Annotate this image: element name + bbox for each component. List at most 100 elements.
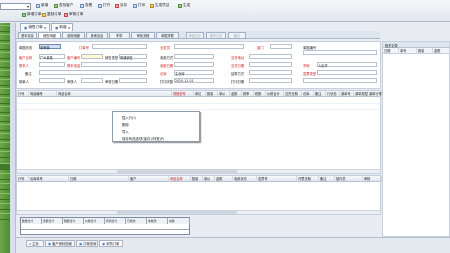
tab-relation[interactable]: 单据关联: [156, 32, 179, 39]
tab-opinion[interactable]: 审批意见: [186, 32, 204, 39]
col-unit[interactable]: 单位: [194, 91, 206, 97]
bottom-tab-purchase[interactable]: ▣ 采购订单: [99, 240, 123, 247]
tab-sales-detail[interactable]: 销售明细: [38, 32, 61, 39]
col-total[interactable]: 价税合计: [266, 91, 284, 97]
rp-col-qty[interactable]: 数量: [417, 48, 433, 54]
grid-hscrollbar[interactable]: [17, 169, 380, 173]
tab-fee-detail[interactable]: 费用明细: [62, 32, 85, 39]
tab-approval[interactable]: 审批流程: [131, 32, 155, 39]
col-price[interactable]: 单价: [218, 91, 230, 97]
nav-item-4[interactable]: [0, 52, 10, 59]
nav-item-9[interactable]: [0, 97, 10, 104]
bottom-tab-customer[interactable]: ▣ 客户资料档案: [45, 240, 75, 247]
rp-col-no[interactable]: 单号: [399, 48, 417, 54]
invoice-type-field[interactable]: [317, 70, 377, 75]
nav-item-21[interactable]: [0, 213, 10, 220]
nav-item-10[interactable]: [0, 106, 10, 113]
pay-mode-field[interactable]: [174, 54, 214, 59]
col-line[interactable]: 行号: [17, 91, 29, 97]
g2-col-item[interactable]: 商品名称: [169, 176, 191, 182]
col-remark[interactable]: 备注: [314, 91, 326, 97]
g2-col-remark[interactable]: 备注: [319, 176, 335, 182]
menu-import[interactable]: 导入: [122, 129, 129, 134]
grid2-hscrollbar[interactable]: [17, 210, 380, 214]
nav-item-8[interactable]: [0, 88, 10, 95]
nav-item-12[interactable]: [0, 124, 10, 131]
col-source-type[interactable]: 源单类型: [354, 91, 368, 97]
scroll-thumb[interactable]: [117, 211, 237, 214]
pay-date-field[interactable]: [174, 62, 214, 67]
extra-field[interactable]: [303, 78, 377, 83]
scroll-thumb[interactable]: [117, 170, 237, 173]
tb-audit-order-button[interactable]: 审核订单: [64, 12, 83, 17]
g2-col-customer[interactable]: 客户: [129, 176, 169, 182]
nav-item-7[interactable]: [0, 79, 10, 86]
col-tax[interactable]: 税额: [254, 91, 266, 97]
doc-no-field[interactable]: [303, 50, 377, 55]
related-docs-grid[interactable]: 行号 出库单号 日期 客户 商品名称 数量 单价 金额 收款状态 发票号 开票日…: [16, 175, 382, 215]
menu-insert-row[interactable]: 插入行(I): [122, 115, 136, 120]
tab-other[interactable]: 其他信息: [86, 32, 108, 39]
g2-col-invoice-date[interactable]: 开票日期: [297, 176, 319, 182]
g2-col-invoice[interactable]: 发票号: [257, 176, 297, 182]
tab-log[interactable]: 操作日志: [206, 32, 226, 39]
g2-col-line[interactable]: 行号: [17, 176, 29, 182]
nav-item-15[interactable]: [0, 151, 10, 158]
doc-tab-new[interactable]: ▣ 新增 ×: [51, 23, 73, 31]
nav-item-11[interactable]: [0, 115, 10, 122]
tb-copy-order-button[interactable]: 复制订单: [42, 12, 61, 17]
bottom-tab-order-query[interactable]: ▣ 订单查询: [76, 240, 98, 247]
tb-print-button[interactable]: 打印: [133, 3, 145, 8]
tb-view-button[interactable]: 查看: [80, 3, 92, 8]
nav-item-20[interactable]: [0, 203, 10, 210]
g2-col-qty[interactable]: 数量: [191, 176, 203, 182]
tab-attach[interactable]: 附件: [109, 32, 130, 39]
company-combo[interactable]: ▾: [0, 3, 31, 10]
col-source-line[interactable]: 源单行号: [368, 91, 382, 97]
rp-col-date[interactable]: 日期: [383, 48, 399, 54]
g2-col-date[interactable]: 日期: [69, 176, 129, 182]
tb-new-order-button[interactable]: 新增订单: [22, 12, 41, 17]
phone-field[interactable]: [81, 62, 147, 67]
nav-item-6[interactable]: [0, 70, 10, 77]
nav-item-3[interactable]: [0, 43, 10, 50]
menu-save-layout[interactable]: 保存商品选项(保存)/列宽(P): [122, 136, 164, 141]
nav-item-14[interactable]: [0, 142, 10, 149]
col-source-no[interactable]: 源单号: [340, 91, 354, 97]
salesman-field[interactable]: [174, 44, 244, 49]
customer-no-field[interactable]: [81, 54, 103, 59]
col-amount[interactable]: 金额: [230, 91, 242, 97]
col-item-no[interactable]: 商品编号: [29, 91, 57, 97]
nav-item-18[interactable]: [0, 183, 10, 190]
col-tax-rate[interactable]: 税率: [242, 91, 254, 97]
g2-col-operator[interactable]: 操作员: [335, 176, 363, 182]
remark-field[interactable]: [39, 70, 147, 75]
g2-col-pay-status[interactable]: 收款状态: [233, 176, 257, 182]
tb-find-customer-button[interactable]: 查找客户: [54, 3, 73, 8]
rp-col-amount[interactable]: 金额: [433, 48, 450, 54]
tb-generate-button[interactable]: 生成: [178, 3, 190, 8]
col-warehouse[interactable]: 仓库: [302, 91, 314, 97]
g2-col-amount[interactable]: 金额: [215, 176, 233, 182]
delivery-address-field[interactable]: [249, 54, 292, 59]
dept-field[interactable]: [270, 44, 292, 49]
tab-basic[interactable]: 基本信息: [18, 32, 37, 39]
nav-item-1[interactable]: [0, 25, 10, 32]
close-icon[interactable]: ×: [68, 26, 71, 30]
g2-col-out-no[interactable]: 出库单号: [29, 176, 69, 182]
order-no-field[interactable]: [92, 44, 147, 49]
g2-col-audit[interactable]: 审核: [363, 176, 382, 182]
col-item-name[interactable]: 商品名称: [57, 91, 172, 97]
nav-item-17[interactable]: [0, 173, 10, 180]
doc-tab-sales-order[interactable]: ▣ 销售订单 ×: [20, 23, 50, 31]
nav-item-16[interactable]: [0, 163, 10, 170]
tb-new-button[interactable]: 新增: [36, 3, 48, 8]
tb-saveas-button[interactable]: 另存: [115, 3, 127, 8]
contact-field[interactable]: [39, 62, 65, 67]
delivery-date-field[interactable]: [249, 62, 292, 67]
col-qty[interactable]: 数量: [206, 91, 218, 97]
settle-field[interactable]: [249, 70, 292, 75]
tab-remark[interactable]: 备注: [228, 32, 246, 39]
col-delivery[interactable]: 交货日期: [284, 91, 302, 97]
nav-item-13[interactable]: [0, 133, 10, 140]
